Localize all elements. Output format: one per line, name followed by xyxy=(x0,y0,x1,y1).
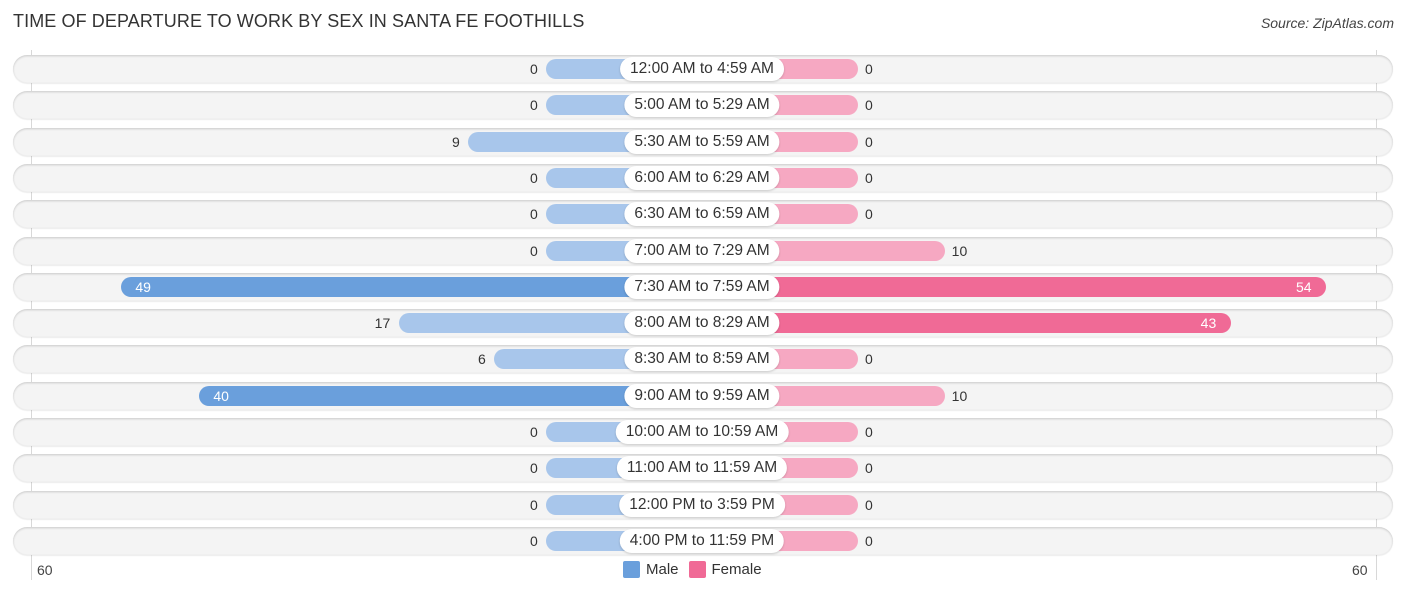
value-label-female: 43 xyxy=(1200,315,1217,331)
category-label: 6:30 AM to 6:59 AM xyxy=(624,202,780,226)
value-label-female: 0 xyxy=(865,497,873,513)
category-label: 9:00 AM to 9:59 AM xyxy=(624,384,780,408)
value-label-male: 0 xyxy=(530,97,538,113)
value-label-female: 0 xyxy=(865,533,873,549)
legend-label-female: Female xyxy=(711,561,762,578)
category-label: 10:00 AM to 10:59 AM xyxy=(615,420,789,444)
value-label-male: 0 xyxy=(530,206,538,222)
legend: Male Female xyxy=(623,561,772,578)
value-label-female: 0 xyxy=(865,97,873,113)
legend-item-male[interactable]: Male xyxy=(623,561,679,578)
category-label: 5:30 AM to 5:59 AM xyxy=(624,130,780,154)
value-label-female: 0 xyxy=(865,134,873,150)
value-label-female: 0 xyxy=(865,206,873,222)
category-label: 11:00 AM to 11:59 AM xyxy=(616,456,788,480)
category-label: 12:00 PM to 3:59 PM xyxy=(619,493,785,517)
value-label-female: 0 xyxy=(865,61,873,77)
value-label-female: 0 xyxy=(865,351,873,367)
bar-female[interactable] xyxy=(702,277,1326,297)
value-label-female: 10 xyxy=(951,388,968,404)
category-label: 4:00 PM to 11:59 PM xyxy=(619,529,785,553)
legend-item-female[interactable]: Female xyxy=(688,561,762,578)
bar-female[interactable] xyxy=(702,313,1231,333)
value-label-female: 0 xyxy=(865,424,873,440)
category-label: 7:30 AM to 7:59 AM xyxy=(624,275,780,299)
value-label-male: 49 xyxy=(135,279,151,295)
value-label-male: 0 xyxy=(530,61,538,77)
value-label-male: 6 xyxy=(478,351,486,367)
value-label-male: 9 xyxy=(452,134,460,150)
value-label-male: 0 xyxy=(530,243,538,259)
category-label: 8:00 AM to 8:29 AM xyxy=(624,311,780,335)
value-label-male: 0 xyxy=(530,424,538,440)
chart-title: TIME OF DEPARTURE TO WORK BY SEX IN SANT… xyxy=(13,11,585,31)
legend-label-male: Male xyxy=(646,561,679,578)
category-label: 5:00 AM to 5:29 AM xyxy=(624,93,780,117)
value-label-male: 17 xyxy=(374,315,391,331)
value-label-male: 0 xyxy=(530,460,538,476)
value-label-male: 40 xyxy=(213,388,229,404)
value-label-male: 0 xyxy=(530,170,538,186)
value-label-male: 0 xyxy=(530,497,538,513)
left-axis-max-label: 60 xyxy=(37,562,53,578)
category-label: 6:00 AM to 6:29 AM xyxy=(624,166,780,190)
legend-swatch-female xyxy=(688,561,706,578)
bar-male[interactable] xyxy=(121,277,702,297)
category-label: 12:00 AM to 4:59 AM xyxy=(620,57,784,81)
value-label-male: 0 xyxy=(530,533,538,549)
value-label-female: 0 xyxy=(865,170,873,186)
value-label-female: 0 xyxy=(865,460,873,476)
category-label: 8:30 AM to 8:59 AM xyxy=(624,347,780,371)
right-axis-max-label: 60 xyxy=(1352,562,1368,578)
legend-swatch-male xyxy=(623,561,640,578)
source-label: Source: ZipAtlas.com xyxy=(1260,15,1394,31)
category-label: 7:00 AM to 7:29 AM xyxy=(624,239,780,263)
value-label-female: 10 xyxy=(951,243,968,259)
value-label-female: 54 xyxy=(1296,279,1312,295)
